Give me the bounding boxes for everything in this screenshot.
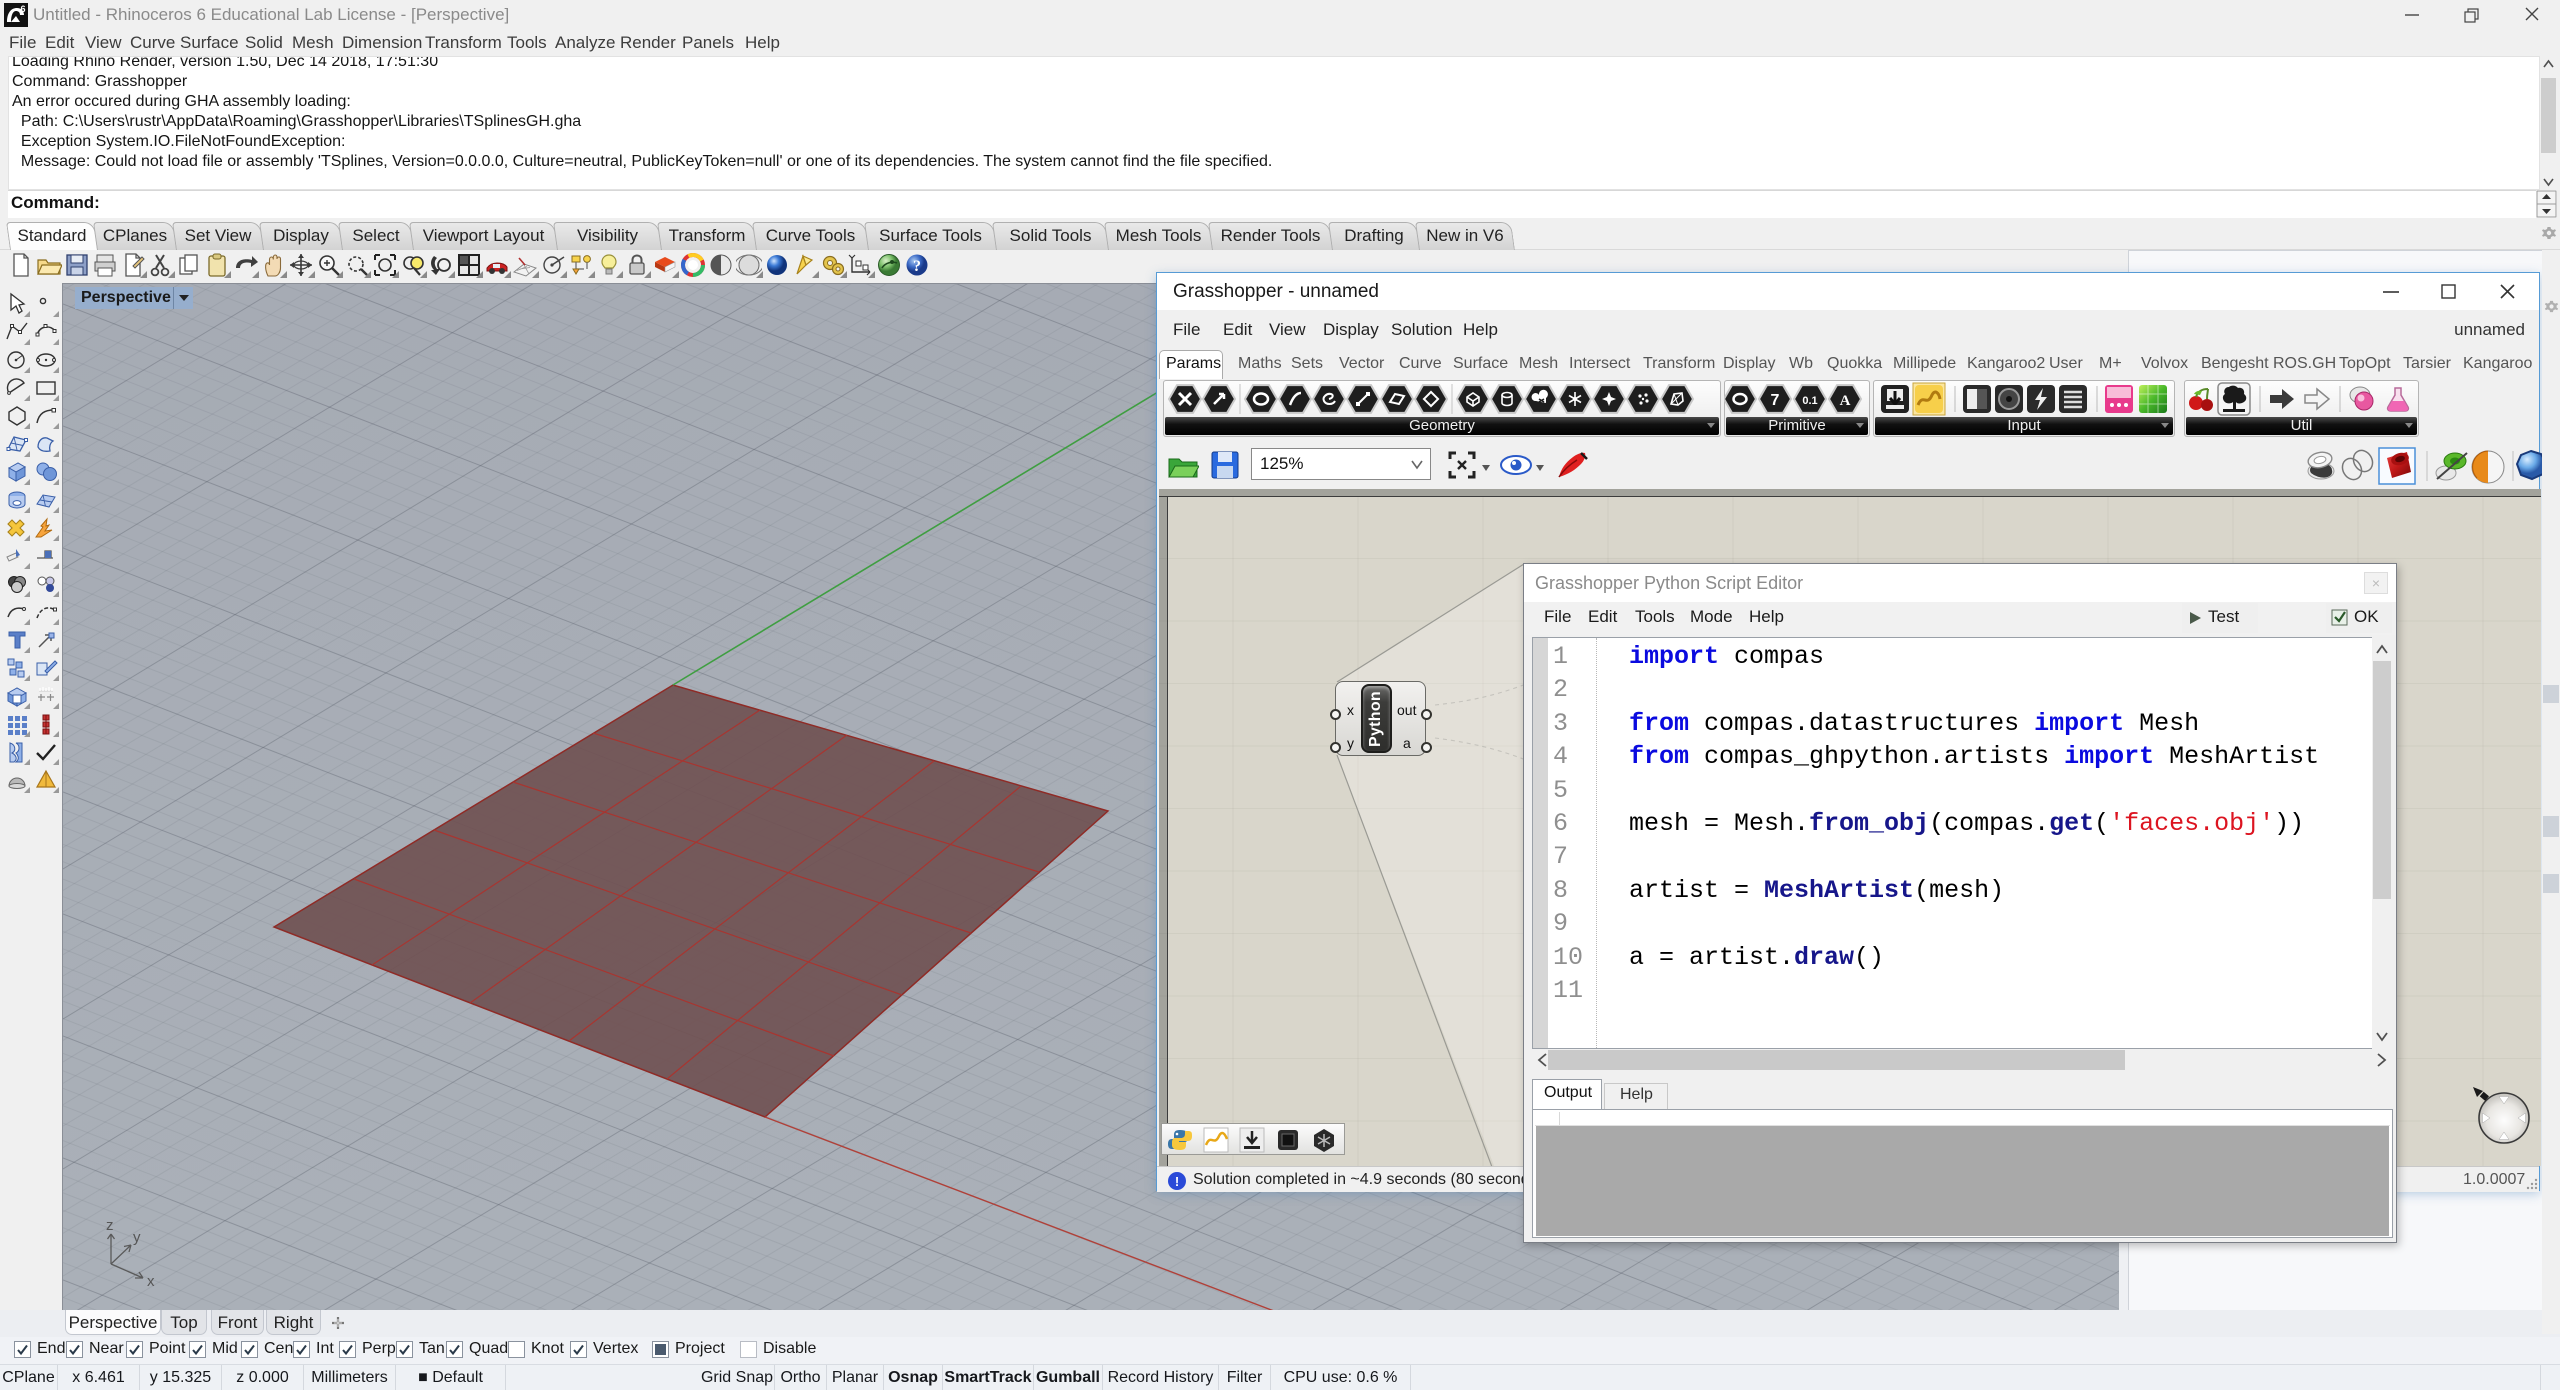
svg-text:7: 7 xyxy=(1771,392,1780,409)
svg-text:z: z xyxy=(106,1217,114,1234)
svg-text:A: A xyxy=(1840,393,1851,409)
svg-text:!: ! xyxy=(1175,1174,1179,1189)
svg-text:y: y xyxy=(133,1229,141,1246)
svg-text:0.1: 0.1 xyxy=(1802,395,1817,407)
svg-text:6: 6 xyxy=(20,4,25,14)
svg-text:x: x xyxy=(147,1273,155,1290)
svg-text:?: ? xyxy=(913,258,921,275)
